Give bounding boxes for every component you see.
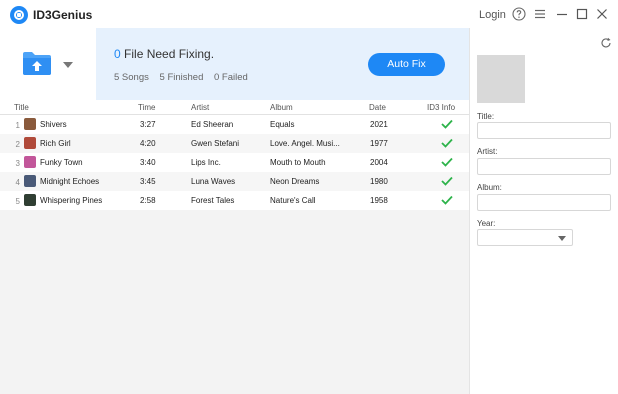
song-time: 4:20 <box>140 139 156 148</box>
row-number: 5 <box>15 197 20 206</box>
refresh-icon[interactable] <box>600 37 612 49</box>
column-header-album[interactable]: Album <box>270 103 293 112</box>
need-fix-text: 0 File Need Fixing. <box>114 47 214 61</box>
year-select[interactable] <box>477 229 573 246</box>
song-artist: Ed Sheeran <box>191 120 234 129</box>
song-time: 3:45 <box>140 177 156 186</box>
menu-icon[interactable] <box>533 7 547 21</box>
song-date: 1980 <box>370 177 388 186</box>
album-thumbnail <box>24 156 36 168</box>
song-title: Whispering Pines <box>40 196 103 205</box>
check-icon <box>441 157 453 167</box>
album-thumbnail <box>24 118 36 130</box>
album-field[interactable] <box>477 194 611 211</box>
album-thumbnail <box>24 194 36 206</box>
song-album: Equals <box>270 120 295 129</box>
chevron-down-icon <box>558 236 566 241</box>
column-header-time[interactable]: Time <box>138 103 155 112</box>
row-number: 1 <box>15 121 20 130</box>
column-header-title[interactable]: Title <box>14 103 29 112</box>
maximize-icon[interactable] <box>575 7 589 21</box>
folder-upload-icon[interactable] <box>22 50 52 76</box>
album-thumbnail <box>24 175 36 187</box>
song-title: Midnight Echoes <box>40 177 100 186</box>
table-header: Title Time Artist Album Date ID3 Info <box>0 100 469 115</box>
table-row[interactable]: 3 Funky Town 3:40 Lips Inc. Mouth to Mouth 20… <box>0 153 469 172</box>
logo-icon <box>10 6 28 24</box>
song-date: 1958 <box>370 196 388 205</box>
song-time: 2:58 <box>140 196 156 205</box>
check-icon <box>441 195 453 205</box>
column-header-artist[interactable]: Artist <box>191 103 209 112</box>
title-label: Title: <box>477 112 495 121</box>
failed-stat: 0 Failed <box>214 72 248 83</box>
finished-stat: 5 Finished <box>159 72 204 83</box>
title-bar: ID3Genius Login <box>0 0 618 28</box>
table-row[interactable]: 4 Midnight Echoes 3:45 Luna Waves Neon Dream… <box>0 172 469 191</box>
check-icon <box>441 138 453 148</box>
album-label: Album: <box>477 183 502 192</box>
album-thumbnail <box>24 137 36 149</box>
row-number: 3 <box>15 159 20 168</box>
app-window: ID3Genius Login 0 File Need Fixing. 5 So… <box>0 0 618 394</box>
login-link[interactable]: Login <box>479 9 506 21</box>
table-row[interactable]: 1 Shivers 3:27 Ed Sheeran Equals 2021 <box>0 115 469 134</box>
table-body: 1 Shivers 3:27 Ed Sheeran Equals 2021 2 Rich Gi… <box>0 115 469 210</box>
song-artist: Gwen Stefani <box>191 139 240 148</box>
song-title: Funky Town <box>40 158 83 167</box>
songs-stat: 5 Songs <box>114 72 149 83</box>
song-table: Title Time Artist Album Date ID3 Info 1 S… <box>0 100 469 210</box>
song-title: Shivers <box>40 120 67 129</box>
help-icon[interactable] <box>512 7 526 21</box>
song-album: Neon Dreams <box>270 177 320 186</box>
auto-fix-button[interactable]: Auto Fix <box>368 53 445 76</box>
song-artist: Luna Waves <box>191 177 236 186</box>
app-title: ID3Genius <box>33 8 93 22</box>
close-icon[interactable] <box>595 7 609 21</box>
song-album: Nature's Call <box>270 196 316 205</box>
song-date: 2004 <box>370 158 388 167</box>
year-label: Year: <box>477 219 496 228</box>
song-time: 3:40 <box>140 158 156 167</box>
check-icon <box>441 176 453 186</box>
check-icon <box>441 119 453 129</box>
column-header-date[interactable]: Date <box>369 103 386 112</box>
song-time: 3:27 <box>140 120 156 129</box>
chevron-down-icon[interactable] <box>63 62 73 68</box>
need-fix-label: File Need Fixing. <box>124 47 215 61</box>
row-number: 2 <box>15 140 20 149</box>
minimize-icon[interactable] <box>555 7 569 21</box>
column-header-id3-info[interactable]: ID3 Info <box>427 103 455 112</box>
song-artist: Forest Tales <box>191 196 235 205</box>
song-album: Love. Angel. Musi... <box>270 139 340 148</box>
artist-field[interactable] <box>477 158 611 175</box>
folder-zone <box>0 28 96 100</box>
table-row[interactable]: 5 Whispering Pines 2:58 Forest Tales Nature'… <box>0 191 469 210</box>
stats-line: 5 Songs 5 Finished 0 Failed <box>114 72 256 83</box>
tag-editor-panel: Title: Artist: Album: Year: <box>469 28 618 394</box>
song-date: 2021 <box>370 120 388 129</box>
title-field[interactable] <box>477 122 611 139</box>
song-artist: Lips Inc. <box>191 158 221 167</box>
song-album: Mouth to Mouth <box>270 158 326 167</box>
row-number: 4 <box>15 178 20 187</box>
status-area: 0 File Need Fixing. 5 Songs 5 Finished 0… <box>96 28 469 100</box>
header-panel: 0 File Need Fixing. 5 Songs 5 Finished 0… <box>0 28 469 100</box>
song-date: 1977 <box>370 139 388 148</box>
need-fix-count: 0 <box>114 47 121 61</box>
table-row[interactable]: 2 Rich Girl 4:20 Gwen Stefani Love. Angel. M… <box>0 134 469 153</box>
song-title: Rich Girl <box>40 139 71 148</box>
cover-art-placeholder[interactable] <box>477 55 525 103</box>
artist-label: Artist: <box>477 147 498 156</box>
